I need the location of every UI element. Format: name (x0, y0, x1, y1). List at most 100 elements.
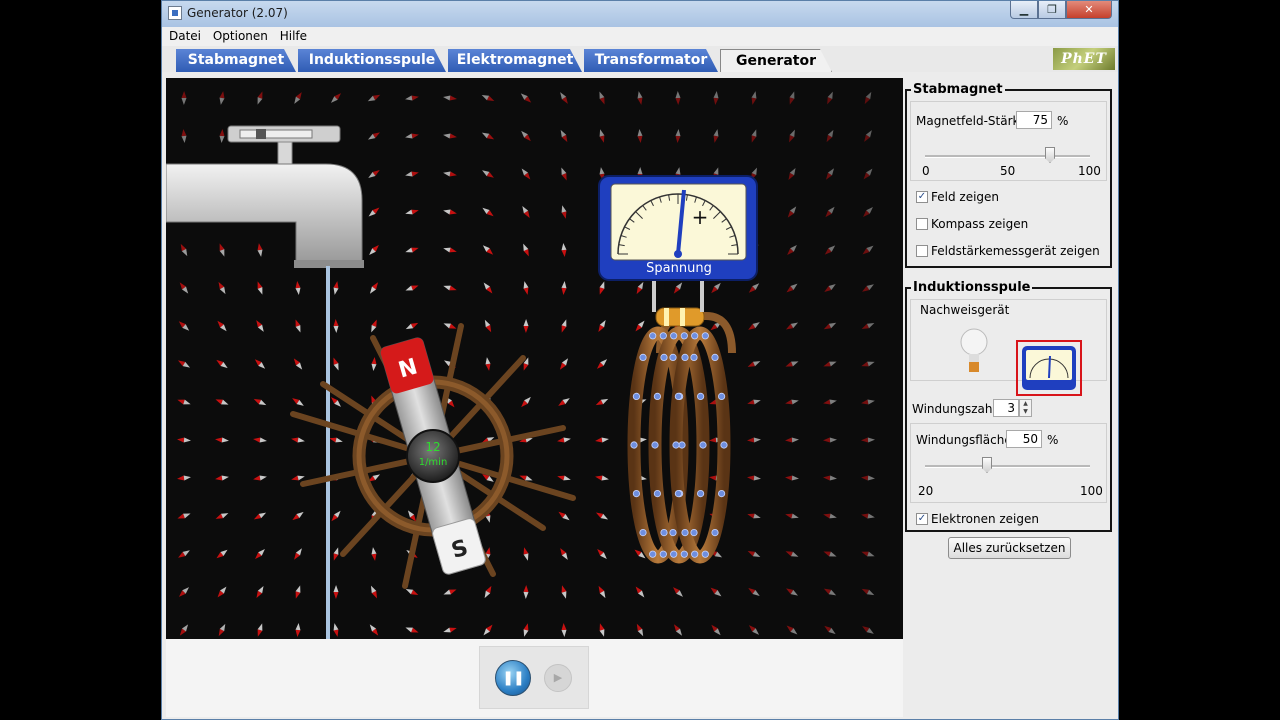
field-arrow (483, 624, 493, 636)
close-button[interactable]: ✕ (1066, 1, 1112, 19)
minimize-button[interactable]: ▁ (1010, 1, 1038, 19)
induktionsspule-group: Induktionsspule Nachweisgerät Windungsza… (905, 280, 1112, 532)
field-arrow (785, 551, 799, 557)
tab-generator[interactable]: Generator (720, 49, 832, 72)
electron (696, 392, 705, 400)
electron (674, 392, 683, 400)
field-arrow (369, 624, 379, 636)
voltmeter-selector[interactable] (1016, 340, 1082, 396)
electron (670, 550, 678, 558)
feldstaerkemessgeraet-label: Feldstärkemessgerät zeigen (931, 244, 1100, 258)
field-arrow (218, 623, 226, 637)
menu-datei[interactable]: Datei (162, 27, 205, 43)
field-arrow (368, 170, 380, 178)
electron (669, 353, 677, 361)
strength-slider-track[interactable] (925, 155, 1090, 158)
voltmeter[interactable]: + Spannung (598, 175, 758, 281)
electron (701, 332, 709, 340)
step-button[interactable]: ▶ (544, 664, 572, 692)
electron (696, 489, 705, 498)
simulation-canvas[interactable]: N S 12 1/min + Spannung (166, 78, 903, 639)
field-arrow (635, 586, 645, 598)
electron (690, 528, 698, 537)
electron (681, 528, 689, 537)
field-arrow (405, 247, 419, 253)
pause-button[interactable]: ❚❚ (495, 660, 531, 696)
field-arrow (370, 585, 378, 599)
feld-zeigen-checkbox[interactable]: ✓ (916, 191, 928, 203)
turns-input[interactable]: 3 (993, 399, 1019, 417)
induction-coil (627, 280, 736, 564)
strength-slider-thumb[interactable] (1045, 147, 1055, 163)
field-arrow (561, 585, 567, 599)
field-arrow (713, 91, 719, 105)
area-slider-thumb[interactable] (982, 457, 992, 473)
field-arrow (520, 93, 532, 103)
electron (690, 353, 698, 361)
area-input[interactable]: 50 (1006, 430, 1042, 448)
field-arrow (482, 245, 494, 255)
field-arrow (369, 244, 379, 256)
field-arrow (789, 91, 795, 105)
feldstaerkemessgeraet-checkbox[interactable] (916, 245, 928, 257)
tab-induktionsspule[interactable]: Induktionsspule (298, 49, 446, 72)
field-arrow (748, 625, 760, 635)
field-arrow (254, 359, 266, 369)
faucet-slider-thumb[interactable] (256, 129, 266, 139)
area-slider-track[interactable] (925, 465, 1090, 468)
control-panel: Stabmagnet Magnetfeld-Stärke: 75 % 0 50 … (903, 78, 1116, 719)
water-faucet[interactable] (166, 125, 364, 639)
electron (674, 489, 683, 498)
strength-input[interactable]: 75 (1016, 111, 1052, 129)
electron (669, 528, 677, 537)
field-arrow (177, 513, 191, 519)
field-arrow (785, 513, 799, 519)
field-arrow (595, 437, 609, 443)
area-label: Windungsfläche: (916, 433, 1016, 447)
field-arrow (295, 281, 301, 295)
field-arrow (823, 361, 837, 367)
field-arrow (521, 130, 531, 142)
field-arrow (599, 129, 605, 143)
app-icon (168, 6, 182, 20)
field-arrow (561, 243, 567, 257)
turns-spinner[interactable]: ▲ ▼ (1019, 399, 1032, 417)
field-arrow (443, 247, 457, 253)
field-arrow (598, 320, 606, 332)
field-arrow (443, 209, 457, 215)
tab-transformator[interactable]: Transformator (584, 49, 718, 72)
field-arrow (863, 207, 873, 217)
tab-elektromagnet[interactable]: Elektromagnet (448, 49, 582, 72)
field-arrow (443, 323, 457, 329)
menu-optionen[interactable]: Optionen (209, 27, 272, 43)
field-arrow (560, 129, 568, 143)
field-arrow (253, 475, 267, 481)
strength-tick-100: 100 (1078, 164, 1101, 178)
field-arrow (596, 359, 608, 369)
strength-box: Magnetfeld-Stärke: 75 % 0 50 100 (910, 101, 1107, 181)
reset-all-button[interactable]: Alles zurücksetzen (948, 537, 1071, 559)
electron (680, 550, 688, 558)
field-arrow (482, 207, 494, 217)
electron (632, 392, 640, 400)
tab-stabmagnet[interactable]: Stabmagnet (176, 49, 296, 72)
electron (701, 550, 709, 558)
maximize-button[interactable]: ❐ (1038, 1, 1066, 19)
lightbulb-icon[interactable] (959, 326, 989, 376)
field-arrow (713, 129, 719, 143)
field-arrow (217, 586, 227, 598)
field-arrow (405, 95, 419, 101)
field-arrow (861, 437, 875, 443)
field-arrow (559, 358, 569, 370)
menu-hilfe[interactable]: Hilfe (276, 27, 311, 43)
field-arrow (329, 437, 343, 443)
field-arrow (443, 285, 457, 291)
electron (711, 353, 719, 361)
field-arrow (333, 623, 339, 637)
elektronen-zeigen-checkbox[interactable]: ✓ (916, 513, 928, 525)
field-arrow (217, 320, 227, 332)
field-arrow (787, 244, 797, 256)
kompass-zeigen-checkbox[interactable] (916, 218, 928, 230)
strength-tick-50: 50 (1000, 164, 1016, 178)
field-arrow (747, 550, 761, 558)
